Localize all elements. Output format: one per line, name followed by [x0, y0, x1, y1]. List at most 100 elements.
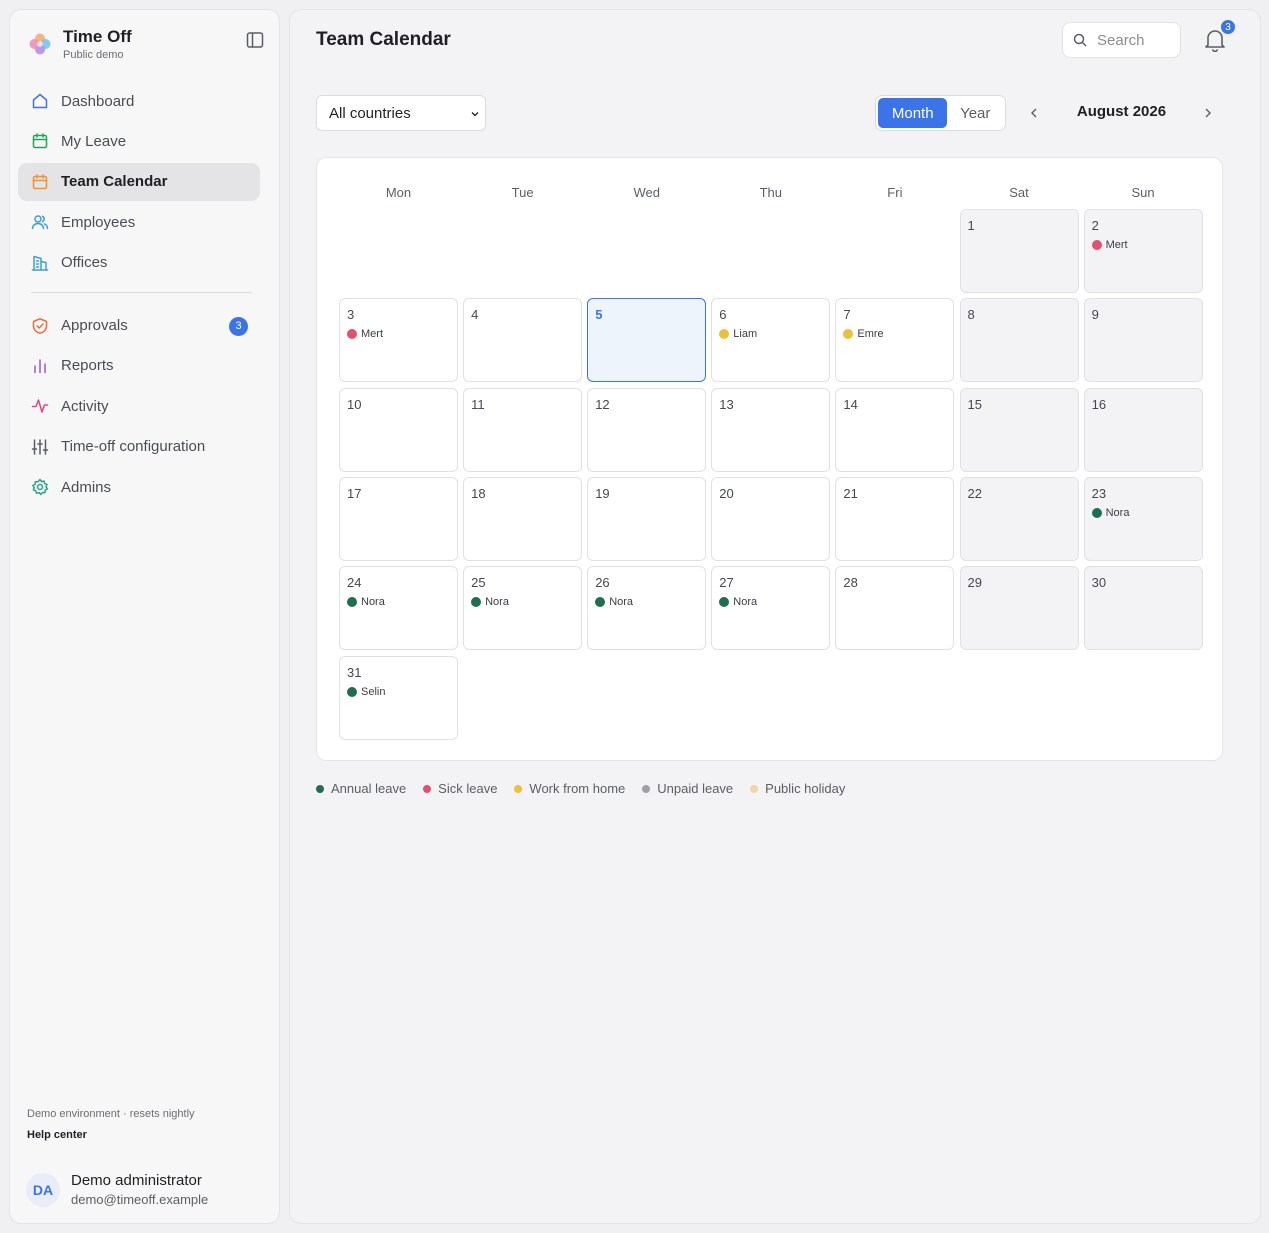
chevron-left-icon[interactable] — [1027, 106, 1041, 120]
users-icon — [31, 213, 49, 231]
day-cell[interactable]: 14 — [835, 387, 955, 472]
day-cell[interactable]: 21 — [835, 476, 955, 561]
day-cell[interactable]: 11 — [463, 387, 583, 472]
leave-entry[interactable]: Emre — [843, 328, 884, 340]
day-number: 20 — [719, 485, 734, 501]
employee-name: Mert — [361, 328, 383, 341]
day-cell[interactable]: 6 Liam — [711, 298, 831, 383]
day-cell[interactable]: 27 Nora — [711, 566, 831, 651]
day-number: 2 — [1091, 218, 1099, 233]
day-cell[interactable]: 29 — [959, 566, 1079, 651]
sidebar-item-reports[interactable]: Reports — [18, 347, 260, 385]
legend-label: Annual leave — [331, 781, 407, 796]
day-cell[interactable]: 18 — [463, 476, 583, 561]
sidebar-item-team-calendar[interactable]: Team Calendar — [18, 162, 260, 201]
day-cell[interactable]: 9 — [1083, 298, 1203, 383]
day-cell[interactable]: 19 — [587, 476, 707, 561]
day-cell[interactable]: 10 — [339, 387, 458, 472]
flower-logo-icon — [29, 33, 51, 55]
demo-environment-note: Demo environment · resets nightly — [27, 1108, 195, 1120]
weekday-header: Sat — [1009, 185, 1029, 200]
chevron-down-icon — [471, 112, 479, 117]
view-month-button[interactable]: Month — [878, 98, 948, 128]
leave-type-dot — [347, 597, 357, 608]
leave-entry[interactable]: Mert — [1091, 239, 1128, 251]
day-cell[interactable]: 23 Nora — [1083, 476, 1203, 561]
day-number: 14 — [843, 396, 858, 412]
day-cell[interactable]: 16 — [1083, 387, 1203, 472]
search-input[interactable]: Search — [1062, 22, 1181, 58]
legend-label: Sick leave — [438, 781, 498, 796]
day-number: 22 — [967, 485, 982, 501]
leave-entry[interactable]: Nora — [471, 596, 509, 608]
sidebar-item-approvals[interactable]: Approvals 3 — [18, 307, 260, 345]
day-number: 17 — [347, 485, 362, 501]
sidebar-item-employees[interactable]: Employees — [18, 203, 260, 241]
day-number: 10 — [347, 396, 362, 412]
leave-type-dot — [347, 329, 357, 340]
sidebar-item-dashboard[interactable]: Dashboard — [18, 82, 260, 120]
user-email: demo@timeoff.example — [71, 1192, 209, 1207]
day-number: 31 — [347, 664, 362, 680]
day-cell[interactable]: 3 Mert — [339, 298, 458, 383]
legend-item-annual-leave: Annual leave — [316, 781, 406, 796]
day-cell[interactable]: 8 — [959, 298, 1079, 383]
sidebar-item-label: Reports — [61, 357, 114, 375]
user-profile[interactable]: DA Demo administrator demo@timeoff.examp… — [26, 1172, 208, 1208]
day-cell[interactable]: 12 — [587, 387, 707, 472]
brand-subtitle: Public demo — [63, 48, 124, 61]
country-select-value: All countries — [329, 104, 411, 122]
legend-item-unpaid-leave: Unpaid leave — [642, 781, 733, 796]
day-cell[interactable]: 2 Mert — [1083, 209, 1203, 293]
help-center-link[interactable]: Help center — [27, 1129, 87, 1141]
day-cell[interactable]: 20 — [711, 476, 831, 561]
country-select[interactable]: All countries — [316, 95, 486, 131]
view-toggle: Month Year — [875, 95, 1006, 131]
leave-entry[interactable]: Liam — [719, 328, 757, 340]
weekday-header: Fri — [887, 185, 903, 200]
day-cell[interactable]: 5 — [587, 298, 707, 383]
day-number: 9 — [1091, 307, 1099, 323]
day-number: 8 — [967, 307, 975, 323]
sidebar-item-activity[interactable]: Activity — [18, 387, 260, 425]
legend-dot — [642, 784, 651, 793]
day-cell[interactable]: 22 — [959, 476, 1079, 561]
day-cell[interactable]: 26 Nora — [587, 566, 707, 651]
sidebar-item-my-leave[interactable]: My Leave — [18, 122, 260, 160]
building-icon — [31, 254, 49, 272]
day-cell[interactable]: 28 — [835, 566, 955, 651]
weekday-header: Mon — [385, 185, 412, 200]
leave-entry[interactable]: Selin — [347, 686, 385, 698]
leave-entry[interactable]: Nora — [1091, 507, 1129, 519]
brand[interactable]: Time Off Public demo — [28, 24, 132, 64]
sidebar-item-label: My Leave — [61, 132, 127, 150]
day-cell[interactable]: 17 — [339, 476, 458, 561]
sidebar-item-admins[interactable]: Admins — [18, 468, 260, 506]
day-cell[interactable]: 1 — [959, 209, 1079, 293]
day-cell[interactable]: 13 — [711, 387, 831, 472]
day-number: 13 — [719, 396, 734, 412]
view-year-button[interactable]: Year — [947, 98, 1003, 128]
sidebar-item-label: Dashboard — [61, 92, 135, 110]
day-cell[interactable]: 24 Nora — [339, 566, 458, 651]
leave-entry[interactable]: Nora — [347, 596, 385, 608]
home-icon — [31, 92, 49, 110]
sidebar-item-label: Approvals — [61, 317, 128, 335]
leave-type-dot — [1091, 507, 1102, 518]
sidebar-toggle-icon[interactable] — [246, 31, 264, 49]
chevron-right-icon[interactable] — [1201, 106, 1215, 120]
day-cell[interactable]: 15 — [959, 387, 1079, 472]
leave-entry[interactable]: Mert — [347, 328, 383, 340]
sidebar-item-offices[interactable]: Offices — [18, 244, 260, 282]
day-cell[interactable]: 30 — [1083, 566, 1203, 651]
month-calendar: Mon Tue Wed Thu Fri Sat Sun 1 2 Mert 3 Mert 4 5 6 Liam 7… — [316, 157, 1223, 761]
day-number: 11 — [471, 396, 485, 412]
sidebar-item-time-off-configuration[interactable]: Time-off configuration — [18, 428, 260, 466]
sidebar-item-label: Admins — [61, 478, 112, 496]
leave-entry[interactable]: Nora — [719, 596, 757, 608]
day-cell[interactable]: 25 Nora — [463, 566, 583, 651]
leave-entry[interactable]: Nora — [595, 596, 633, 608]
day-cell[interactable]: 4 — [463, 298, 583, 383]
day-cell[interactable]: 31 Selin — [339, 655, 458, 740]
day-cell[interactable]: 7 Emre — [835, 298, 955, 383]
